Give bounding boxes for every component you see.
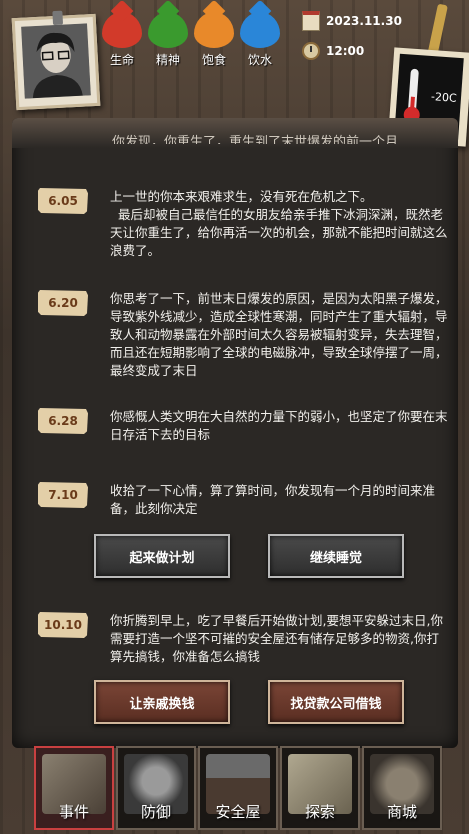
time-text: 12:00 xyxy=(326,44,365,58)
stat-life-label: 生命 xyxy=(109,53,134,67)
nav-shop[interactable]: 商城 xyxy=(362,746,442,830)
entry-text: 你感慨人类文明在大自然的力量下的弱小，也坚定了你要在末日存活下去的目标 xyxy=(110,409,448,442)
stat-water-label: 饮水 xyxy=(247,53,272,67)
sleep-button[interactable]: 继续睡觉 xyxy=(268,534,404,578)
pin-icon xyxy=(52,10,64,26)
bottom-nav: 事件 防御 安全屋 探索 商城 xyxy=(0,744,469,834)
nav-event[interactable]: 事件 xyxy=(34,746,114,830)
food-drop-icon xyxy=(194,12,234,48)
stat-life: 生命 xyxy=(100,12,144,68)
thermometer-icon xyxy=(407,68,419,116)
entry-date-tag: 6.28 xyxy=(38,408,88,434)
plan-button[interactable]: 起来做计划 xyxy=(94,534,230,578)
entry-date-tag: 6.05 xyxy=(38,188,88,214)
entry-text: 你思考了一下，前世末日爆发的原因，是因为太阳黑子爆发，导致紫外线减少，造成全球性… xyxy=(110,291,448,378)
stat-water: 饮水 xyxy=(238,12,282,68)
nav-shop-label: 商城 xyxy=(386,803,417,821)
nav-event-label: 事件 xyxy=(58,803,89,821)
date-row: 2023.11.30 xyxy=(302,10,412,32)
stat-spirit-label: 精神 xyxy=(155,53,180,67)
water-drop-icon xyxy=(240,12,280,48)
entry-text: 你折腾到早上，吃了早餐后开始做计划,要想平安躲过末日,你需要打造一个坚不可摧的安… xyxy=(110,613,443,664)
nav-safehouse[interactable]: 安全屋 xyxy=(198,746,278,830)
nav-defense[interactable]: 防御 xyxy=(116,746,196,830)
entry-text: 收拾了一下心情，算了算时间，你发现有一个月的时间来准备，此刻你决定 xyxy=(110,483,436,516)
life-drop-icon xyxy=(102,12,142,48)
entry-date-tag: 7.10 xyxy=(38,482,88,508)
avatar-portrait xyxy=(21,23,91,99)
nav-explore[interactable]: 探索 xyxy=(280,746,360,830)
nav-safehouse-label: 安全屋 xyxy=(215,803,261,821)
loan-company-button[interactable]: 找贷款公司借钱 xyxy=(268,680,404,724)
nav-defense-label: 防御 xyxy=(140,803,171,821)
avatar[interactable] xyxy=(11,10,101,111)
stat-food: 饱食 xyxy=(192,12,236,68)
clock-icon xyxy=(302,42,320,60)
entry-text: 上一世的你本来艰难求生，没有死在危机之下。 最后却被自己最信任的女朋友给亲手推下… xyxy=(110,189,448,258)
spirit-drop-icon xyxy=(148,12,188,48)
nav-explore-label: 探索 xyxy=(304,803,335,821)
calendar-icon xyxy=(302,11,320,31)
stat-food-label: 饱食 xyxy=(201,53,226,67)
relatives-money-button[interactable]: 让亲戚换钱 xyxy=(94,680,230,724)
temperature-text: -20C xyxy=(430,90,458,105)
entry-date-tag: 10.10 xyxy=(38,612,88,638)
date-text: 2023.11.30 xyxy=(326,14,402,28)
log-cut-text: 你发现，你重生了，重生到了末世爆发的前一个月 xyxy=(112,135,399,144)
entry-date-tag: 6.20 xyxy=(38,290,88,316)
event-log-panel[interactable]: 你发现，你重生了，重生到了末世爆发的前一个月 6.05 上一世的你本来艰难求生，… xyxy=(12,118,458,748)
stat-spirit: 精神 xyxy=(146,12,190,68)
